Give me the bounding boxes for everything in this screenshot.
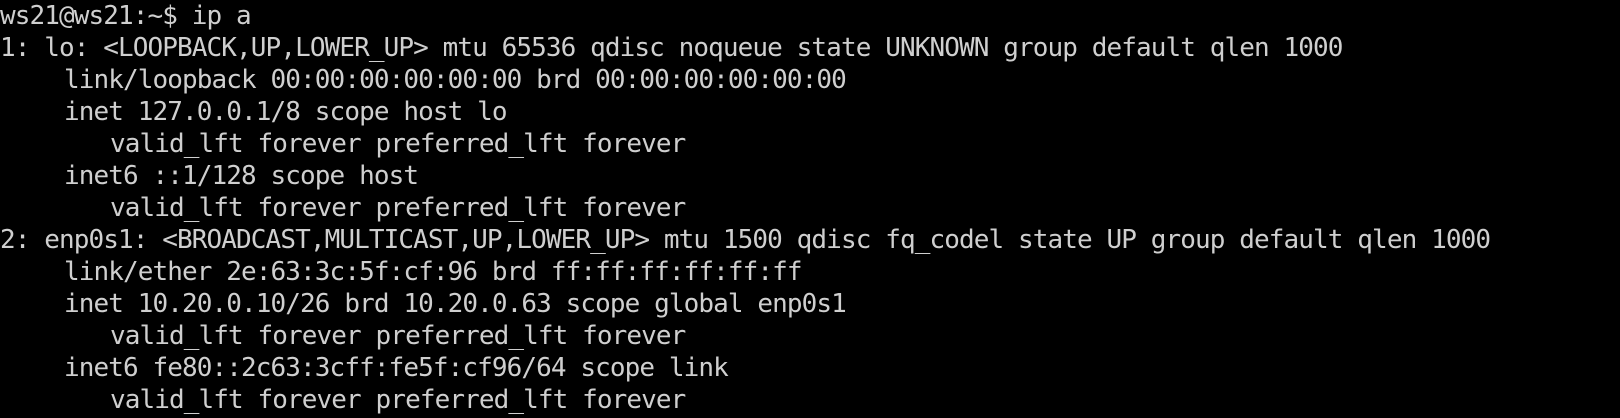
output-line-valid-lft: valid_lft forever preferred_lft forever <box>110 193 686 223</box>
output-line-inet6-enp0s1: inet6 fe80::2c63:3cff:fe5f:cf96/64 scope… <box>64 353 729 383</box>
output-line-iface-enp0s1: 2: enp0s1: <BROADCAST,MULTICAST,UP,LOWER… <box>0 225 1491 255</box>
output-line-link-loopback: link/loopback 00:00:00:00:00:00 brd 00:0… <box>64 65 847 95</box>
terminal-window[interactable]: ws21@ws21:~$ ip a 1: lo: <LOOPBACK,UP,LO… <box>0 0 1620 418</box>
output-line-link-ether: link/ether 2e:63:3c:5f:cf:96 brd ff:ff:f… <box>64 257 803 287</box>
output-line-inet6-lo: inet6 ::1/128 scope host <box>64 161 419 191</box>
output-line-iface-lo: 1: lo: <LOOPBACK,UP,LOWER_UP> mtu 65536 … <box>0 33 1343 63</box>
output-line-valid-lft: valid_lft forever preferred_lft forever <box>110 321 686 351</box>
output-line-inet-lo: inet 127.0.0.1/8 scope host lo <box>64 97 508 127</box>
command-prompt-line: ws21@ws21:~$ ip a <box>0 1 252 31</box>
output-line-inet-enp0s1: inet 10.20.0.10/26 brd 10.20.0.63 scope … <box>64 289 847 319</box>
output-line-valid-lft: valid_lft forever preferred_lft forever <box>110 385 686 415</box>
output-line-valid-lft: valid_lft forever preferred_lft forever <box>110 129 686 159</box>
